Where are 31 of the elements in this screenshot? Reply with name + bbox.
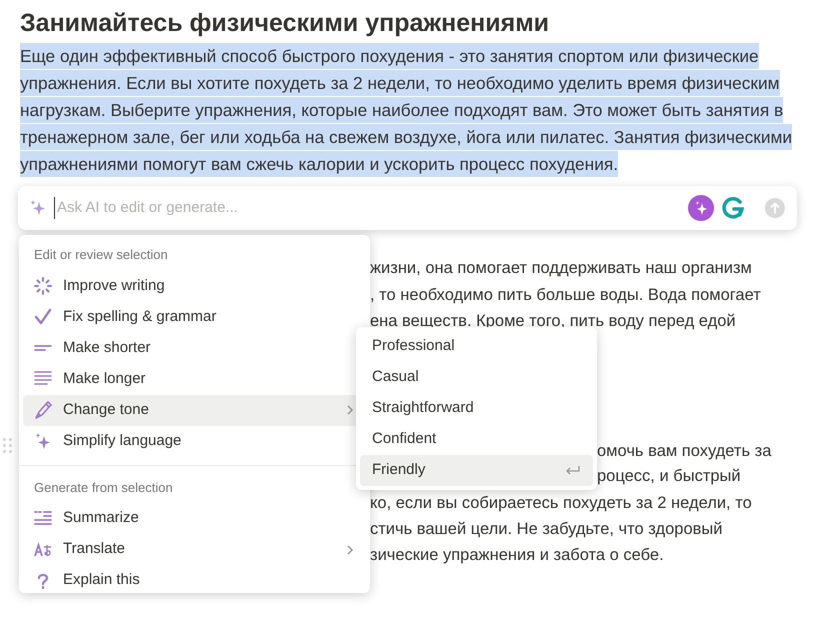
- menu-item[interactable]: Explain this: [23, 565, 366, 593]
- tone-option[interactable]: Friendly: [360, 455, 593, 486]
- check-icon: [34, 308, 52, 326]
- sparkle-icon: [30, 199, 46, 217]
- section-heading: Занимайтесь физическими упражнениями: [20, 8, 550, 39]
- menu-item[interactable]: Improve writing: [23, 270, 366, 302]
- body-text: омочь вам похудеть за: [597, 441, 772, 462]
- body-text: жизни, она помогает поддерживать наш организм: [370, 258, 752, 279]
- pen-icon: [34, 401, 52, 419]
- sparkles-icon: [34, 432, 52, 450]
- ai-assistant-icon[interactable]: [688, 195, 714, 221]
- long-lines-icon: [34, 370, 52, 388]
- body-text: ко, если вы собираетесь похудеть за 2 недели, то: [370, 493, 752, 514]
- section-label: Generate from selection: [33, 478, 174, 496]
- enter-key-icon: [565, 464, 581, 476]
- section-label: Edit or review selection: [33, 246, 169, 264]
- menu-item[interactable]: Fix spelling & grammar: [23, 302, 366, 332]
- body-text: ена веществ. Кроме того, пить воду перед едой: [370, 311, 736, 332]
- body-text: зические упражнения и забота о себе.: [370, 545, 664, 566]
- selected-paragraph: Еще один эффективный способ быстрого похудения - это занятия спортом или физические упражнения. Если вы хотите похудеть за 2 недели, то необходимо уделить время физическим нагрузкам. Выберите упражнения, которые наиболее подходят вам. Это может быть занятия в тренажерном зале, бег или ходьба на свежем воздухе, йога или пилатес. Занятия физическими упражнениями помогут вам сжечь калории и ускорить процесс похудения.: [20, 43, 816, 178]
- body-text: , то необходимо пить больше воды. Вода помогает: [370, 285, 761, 306]
- arrow-up-icon: [770, 202, 780, 214]
- ai-prompt-input[interactable]: Ask AI to edit or generate...: [54, 196, 688, 220]
- body-text: роцесс, и быстрый: [597, 466, 741, 487]
- menu-item[interactable]: Summarize: [23, 503, 366, 534]
- drag-handle-icon[interactable]: [3, 438, 12, 453]
- summary-lines-icon: [34, 510, 52, 528]
- menu-item[interactable]: Translate: [23, 534, 366, 565]
- body-text: стичь вашей цели. Не забудьте, что здоровый: [370, 519, 722, 540]
- sparkle-burst-icon: [34, 277, 52, 295]
- translate-icon: [34, 540, 52, 558]
